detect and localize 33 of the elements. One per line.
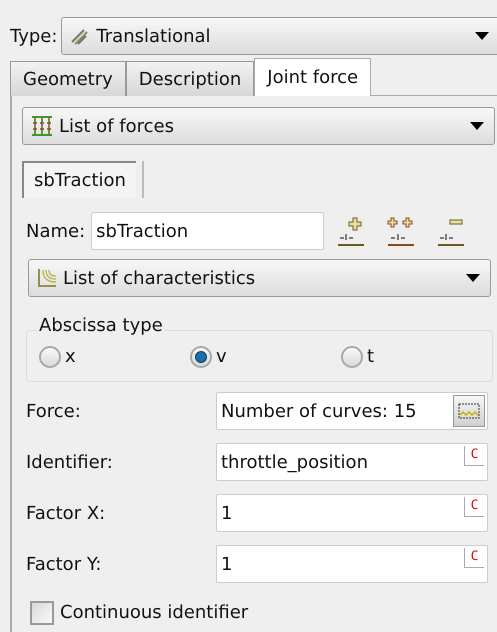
radio-option[interactable]: x xyxy=(39,343,190,370)
add-two-elements-icon[interactable] xyxy=(386,216,416,246)
input-field[interactable]: 1 C xyxy=(216,494,488,532)
caret-icon xyxy=(470,122,484,130)
springs-icon xyxy=(31,115,53,137)
tab[interactable]: sbTraction xyxy=(22,161,136,198)
input-field[interactable]: 1 C xyxy=(216,545,488,583)
field-label: Factor Y: xyxy=(26,552,102,576)
caret-icon xyxy=(466,274,480,282)
tab[interactable]: Geometry xyxy=(10,61,126,96)
caret-icon xyxy=(475,32,489,40)
add-element-icon[interactable] xyxy=(336,216,366,246)
name-field[interactable]: sbTraction xyxy=(91,212,324,250)
tab[interactable]: Joint force xyxy=(254,58,372,96)
input-field[interactable]: Number of curves: 15 xyxy=(216,392,488,430)
tab[interactable]: Description xyxy=(126,61,254,96)
radio-option[interactable]: v xyxy=(190,343,341,370)
dropdown[interactable]: List of characteristics xyxy=(28,259,491,297)
chart-button[interactable] xyxy=(453,395,485,427)
curve-chart-icon xyxy=(458,403,480,419)
input-field[interactable]: throttle_position C xyxy=(216,443,488,481)
field-label: Identifier: xyxy=(26,450,114,474)
checkbox-label: Continuous identifier xyxy=(60,601,248,625)
group-title: Abscissa type xyxy=(37,315,165,337)
curves-icon xyxy=(37,268,57,288)
radio-option[interactable]: t xyxy=(341,343,492,370)
field-label: Force: xyxy=(26,400,82,424)
type-label: Type: xyxy=(10,24,58,48)
dropdown[interactable]: List of forces xyxy=(22,107,495,145)
dropdown[interactable]: Translational xyxy=(61,17,497,55)
checkbox[interactable] xyxy=(30,600,54,624)
field-label: Factor X: xyxy=(26,502,106,526)
name-label: Name: xyxy=(26,220,86,244)
